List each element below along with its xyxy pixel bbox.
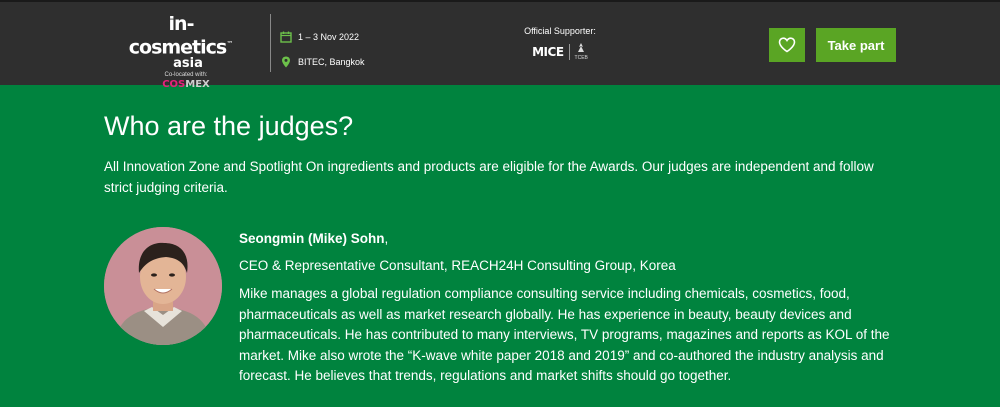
calendar-icon bbox=[280, 31, 292, 43]
logo-brand: in-cosmetics bbox=[128, 13, 227, 59]
judges-section: Who are the judges? All Innovation Zone … bbox=[104, 108, 904, 198]
heart-icon bbox=[778, 37, 796, 53]
event-dates: 1 – 3 Nov 2022 bbox=[298, 32, 360, 42]
tceb-logo: TCEB bbox=[575, 43, 588, 61]
event-dates-row: 1 – 3 Nov 2022 bbox=[280, 28, 365, 46]
page-title: Who are the judges? bbox=[104, 111, 354, 141]
thailand-mice-logo: MICE bbox=[532, 45, 564, 59]
header-divider bbox=[270, 14, 271, 72]
judge-name-suffix: , bbox=[384, 231, 389, 246]
event-venue-row: BITEC, Bangkok bbox=[280, 53, 365, 71]
tceb-label: TCEB bbox=[574, 55, 588, 61]
in-cosmetics-asia-logo[interactable]: in-cosmetics™ asia Co-located with: COSM… bbox=[118, 14, 244, 91]
top-header: in-cosmetics™ asia Co-located with: COSM… bbox=[0, 0, 1000, 90]
judge-name-line: Seongmin (Mike) Sohn, bbox=[239, 227, 899, 251]
tceb-emblem-icon bbox=[578, 43, 585, 52]
judge-role: CEO & Representative Consultant, REACH24… bbox=[239, 258, 676, 273]
logo-region: asia bbox=[173, 56, 203, 72]
judge-avatar bbox=[104, 227, 222, 345]
event-info: 1 – 3 Nov 2022 BITEC, Bangkok bbox=[280, 28, 365, 78]
favorite-button[interactable] bbox=[769, 28, 805, 62]
supporter-logos[interactable]: MICE TCEB bbox=[520, 43, 600, 61]
judge-bio: Mike manages a global regulation complia… bbox=[239, 286, 890, 383]
judge-details: Seongmin (Mike) Sohn, CEO & Representati… bbox=[239, 227, 899, 387]
supporter-label: Official Supporter: bbox=[524, 26, 596, 36]
location-pin-icon bbox=[280, 56, 292, 68]
supporter-logo-separator bbox=[568, 44, 570, 60]
cosmex-logo-mex: MEX bbox=[185, 79, 210, 91]
judge-name: Seongmin (Mike) Sohn bbox=[239, 231, 385, 246]
logo-colocated: Co-located with: bbox=[164, 72, 208, 79]
take-part-button[interactable]: Take part bbox=[816, 28, 896, 62]
official-supporter: Official Supporter: MICE TCEB bbox=[520, 26, 600, 61]
section-intro: All Innovation Zone and Spotlight On ing… bbox=[104, 159, 874, 195]
judge-portrait-image bbox=[104, 227, 222, 345]
event-venue: BITEC, Bangkok bbox=[298, 57, 365, 67]
logo-trademark: ™ bbox=[226, 40, 234, 48]
cosmex-logo-cos: COS bbox=[162, 79, 186, 91]
cosmex-logo: COSMEX bbox=[128, 79, 244, 91]
